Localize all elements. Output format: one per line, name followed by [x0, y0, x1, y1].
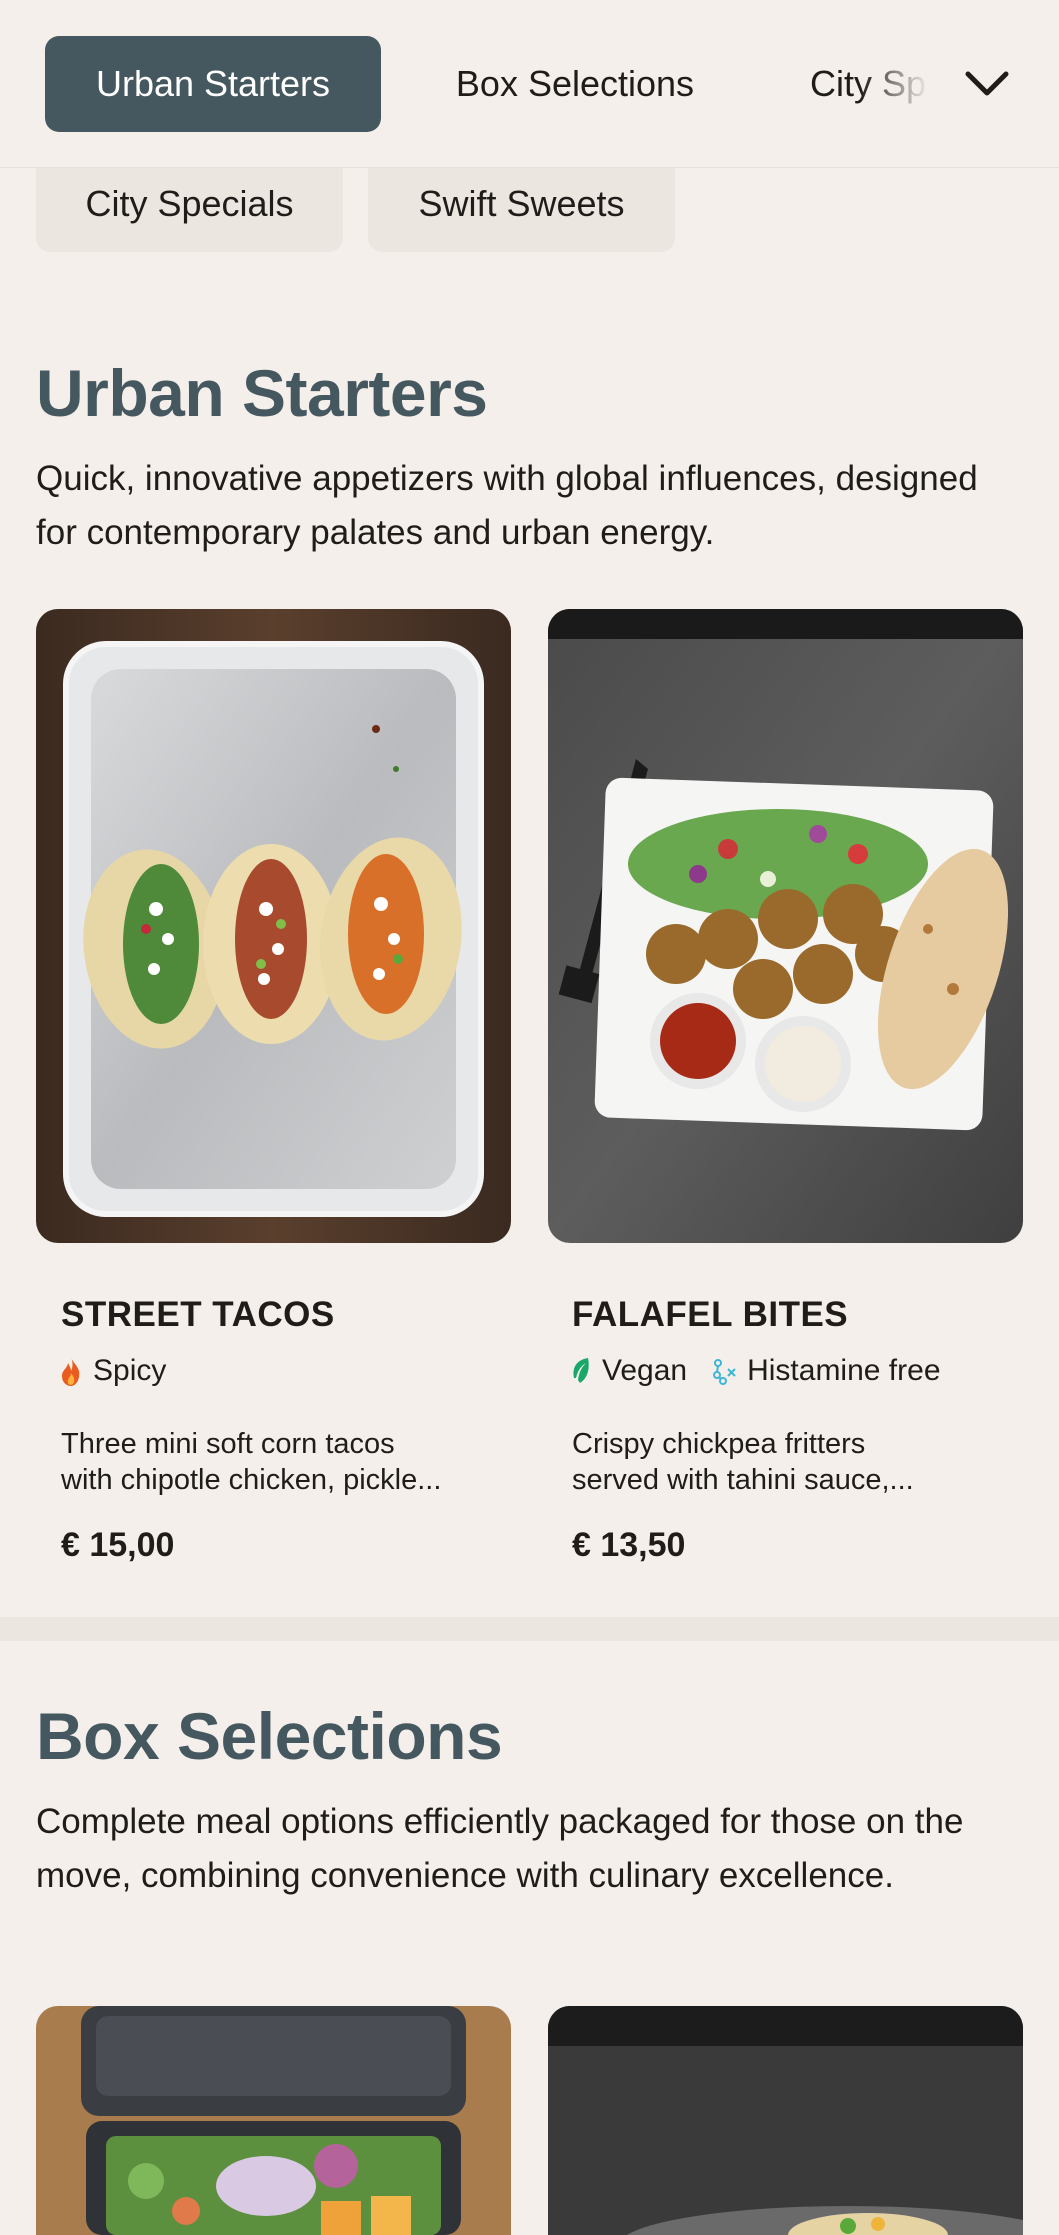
item-name-street-tacos: STREET TACOS: [61, 1295, 335, 1334]
item-tags-falafel-bites: Vegan Histamine free: [570, 1354, 955, 1388]
section-divider: [0, 1617, 1059, 1641]
box-item-image-2[interactable]: [548, 2006, 1023, 2235]
item-description-street-tacos: Three mini soft corn tacos with chipotle…: [61, 1426, 491, 1498]
tag-label-histamine-free: Histamine free: [747, 1354, 941, 1387]
chip-city-specials[interactable]: City Specials: [36, 168, 343, 252]
item-price-falafel-bites: € 13,50: [572, 1526, 686, 1564]
item-description-line: Crispy chickpea fritters: [572, 1428, 866, 1460]
tab-urban-starters[interactable]: Urban Starters: [45, 36, 381, 132]
item-description-line: with chipotle chicken, pickle...: [61, 1464, 442, 1496]
histamine-free-icon: [713, 1359, 736, 1385]
chip-swift-sweets[interactable]: Swift Sweets: [368, 168, 675, 252]
street-tacos-image[interactable]: [36, 609, 511, 1243]
item-description-line: served with tahini sauce,...: [572, 1464, 914, 1496]
item-description-line: Three mini soft corn tacos: [61, 1428, 395, 1460]
item-name-falafel-bites: FALAFEL BITES: [572, 1295, 849, 1334]
falafel-bites-image[interactable]: [548, 609, 1023, 1243]
item-price-street-tacos: € 15,00: [61, 1526, 175, 1564]
tag-label-vegan: Vegan: [602, 1354, 688, 1387]
item-description-falafel-bites: Crispy chickpea fritters served with tah…: [572, 1426, 1002, 1498]
chevron-down-icon[interactable]: [960, 60, 1014, 108]
section-title-box-selections: Box Selections: [36, 1699, 503, 1773]
box-item-image-1[interactable]: [36, 2006, 511, 2235]
category-nav-bar: Urban Starters Box Selections City Sp: [0, 0, 1059, 168]
section-description-urban-starters: Quick, innovative appetizers with global…: [36, 459, 978, 552]
tag-label-spicy: Spicy: [93, 1354, 167, 1387]
section-description-box-selections: Complete meal options efficiently packag…: [36, 1802, 964, 1895]
tab-city-specials-truncated[interactable]: City Sp: [790, 36, 940, 132]
item-tags-street-tacos: Spicy: [59, 1354, 180, 1388]
tab-box-selections[interactable]: Box Selections: [420, 36, 730, 132]
leaf-icon: [573, 1358, 589, 1383]
section-title-urban-starters: Urban Starters: [36, 356, 488, 430]
flame-icon: [62, 1357, 80, 1386]
